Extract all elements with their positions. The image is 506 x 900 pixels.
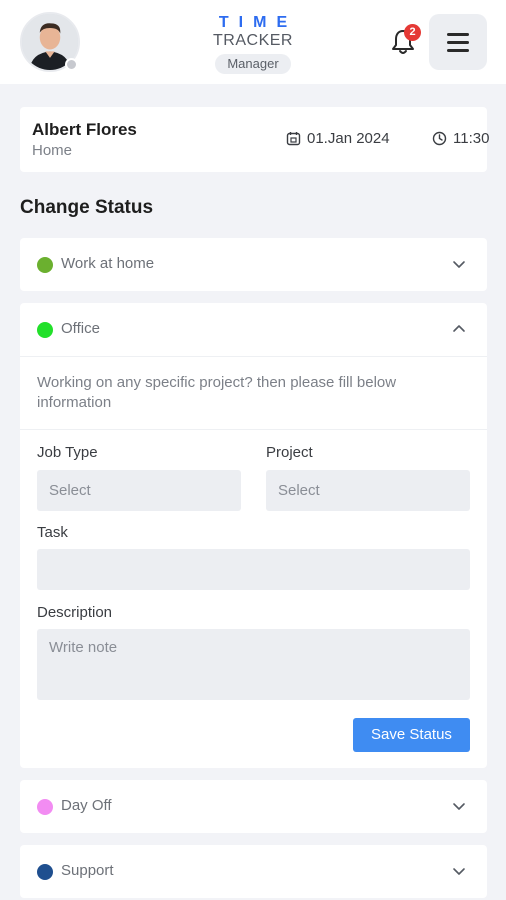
status-label: Work at home	[61, 255, 155, 272]
status-label: Office	[61, 320, 100, 337]
user-location: Home	[32, 142, 73, 159]
project-value: Select	[278, 482, 320, 499]
status-label: Support	[61, 862, 114, 879]
project-label: Project	[266, 444, 313, 461]
divider	[20, 356, 487, 357]
menu-icon-line-top	[447, 33, 469, 36]
status-color-dot	[37, 799, 53, 815]
project-select[interactable]: Select	[266, 470, 470, 511]
status-color-dot	[37, 322, 53, 338]
logo-time-text: TIME	[218, 14, 298, 31]
online-status-dot	[65, 58, 78, 71]
chevron-down-icon[interactable]	[452, 801, 466, 811]
user-info-card: Albert Flores Home 01.Jan 2024 11:30	[20, 107, 489, 172]
status-header-day-off[interactable]: Day Off	[20, 780, 487, 833]
menu-button[interactable]	[429, 14, 487, 70]
clock-icon	[432, 131, 447, 146]
status-card-support: Support	[20, 845, 487, 898]
time-display: 11:30	[432, 130, 489, 147]
status-header-office[interactable]: Office	[20, 303, 487, 356]
role-badge: Manager	[215, 54, 291, 74]
chevron-down-icon[interactable]	[452, 259, 466, 269]
date-text: 01.Jan 2024	[307, 130, 390, 147]
status-card-office: Office Working on any specific project? …	[20, 303, 487, 768]
section-title: Change Status	[20, 197, 154, 218]
description-placeholder: Write note	[49, 639, 118, 656]
menu-icon-line-bottom	[447, 49, 469, 52]
menu-icon-line-middle	[447, 41, 469, 44]
status-color-dot	[37, 864, 53, 880]
description-textarea[interactable]: Write note	[37, 629, 470, 700]
project-prompt-text: Working on any specific project? then pl…	[37, 374, 397, 411]
chevron-down-icon[interactable]	[452, 866, 466, 876]
logo-tracker-text: TRACKER	[213, 32, 293, 49]
job-type-select[interactable]: Select	[37, 470, 241, 511]
job-type-label: Job Type	[37, 444, 98, 461]
user-name: Albert Flores	[32, 120, 137, 139]
task-input[interactable]	[37, 549, 470, 590]
status-card-day-off: Day Off	[20, 780, 487, 833]
status-label: Day Off	[61, 797, 112, 814]
save-status-button[interactable]: Save Status	[353, 718, 470, 752]
notification-badge: 2	[404, 24, 421, 41]
task-label: Task	[37, 524, 68, 541]
app-header: TIME TRACKER Manager 2	[0, 0, 506, 84]
divider	[20, 429, 487, 430]
calendar-icon	[286, 132, 301, 146]
status-color-dot	[37, 257, 53, 273]
job-type-value: Select	[49, 482, 91, 499]
chevron-up-icon[interactable]	[452, 324, 466, 334]
description-label: Description	[37, 604, 113, 621]
status-header-support[interactable]: Support	[20, 845, 487, 898]
status-card-work-at-home: Work at home	[20, 238, 487, 291]
date-display: 01.Jan 2024	[286, 130, 390, 147]
time-text: 11:30	[453, 130, 490, 147]
app-logo: TIME TRACKER Manager	[193, 14, 313, 74]
status-header-work-at-home[interactable]: Work at home	[20, 238, 487, 291]
